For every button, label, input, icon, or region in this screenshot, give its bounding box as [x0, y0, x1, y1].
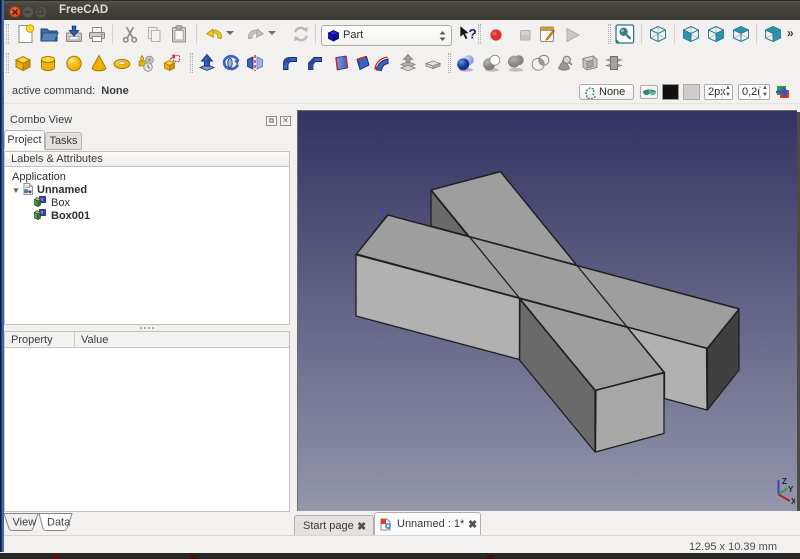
svg-text:Z: Z [782, 477, 787, 486]
svg-text:X: X [791, 497, 795, 506]
svg-text:Data: Data [47, 517, 71, 529]
svg-text:?: ? [469, 27, 477, 42]
svg-text:Y: Y [788, 485, 794, 494]
svg-text:View: View [13, 517, 37, 529]
